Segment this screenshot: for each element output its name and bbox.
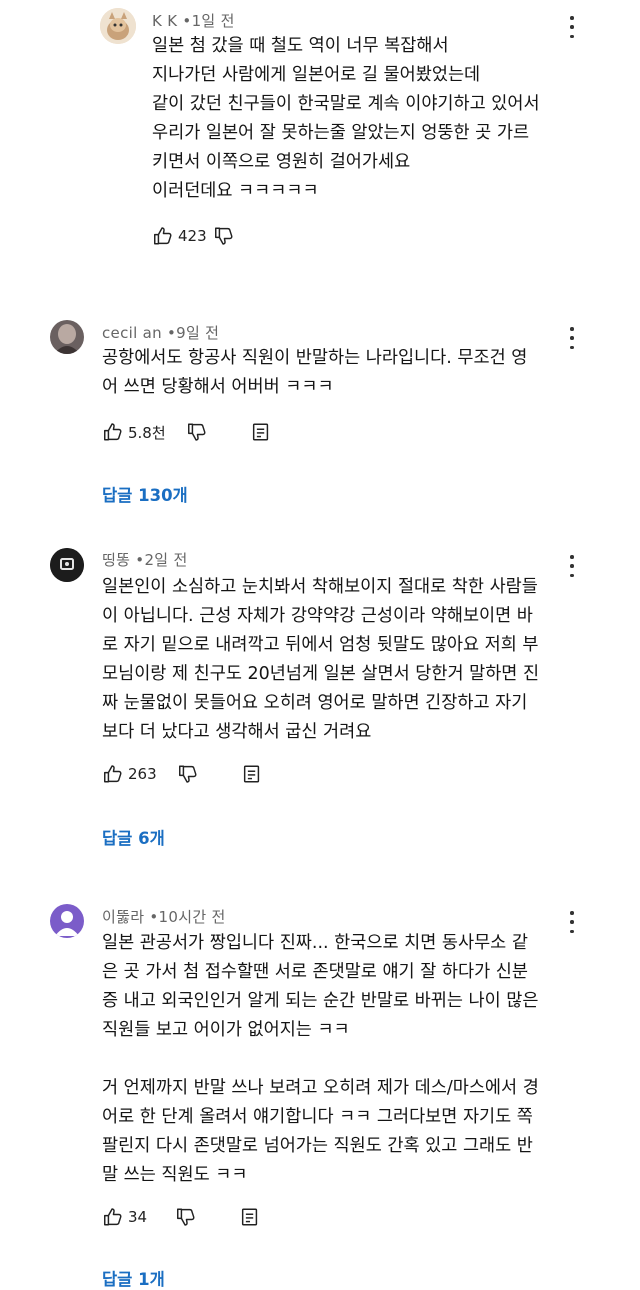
thumbs-up-icon[interactable] xyxy=(102,1206,124,1228)
thumbs-down-icon[interactable] xyxy=(175,1206,197,1228)
comment-actions: 263 xyxy=(102,762,263,786)
like-count: 263 xyxy=(128,765,157,783)
meta-separator: • xyxy=(149,908,159,926)
comment-body: 일본인이 소심하고 눈치봐서 착해보이지 절대로 착한 사람들 이 아닙니다. … xyxy=(102,577,540,742)
comment-actions: 5.8천 xyxy=(102,420,272,444)
avatar[interactable] xyxy=(50,320,84,354)
comment-author[interactable]: K K xyxy=(152,12,177,30)
thumbs-down-icon[interactable] xyxy=(177,763,199,785)
avatar[interactable] xyxy=(50,548,84,582)
view-replies-link[interactable]: 답글 130개 xyxy=(102,482,188,506)
comment-body: 공항에서도 항공사 직원이 반말하는 나라입니다. 무조건 영 어 쓰면 당황해… xyxy=(102,348,528,397)
thumbs-up-icon[interactable] xyxy=(152,225,174,247)
comment-time: 10시간 전 xyxy=(158,908,226,926)
comment-meta: cecil an •9일 전 xyxy=(102,322,219,343)
like-count: 423 xyxy=(178,227,207,245)
thumbs-up-icon[interactable] xyxy=(102,421,124,443)
comment-actions: 34 xyxy=(102,1205,261,1229)
meta-separator: • xyxy=(167,324,177,342)
view-replies-link[interactable]: 답글 1개 xyxy=(102,1266,165,1290)
reply-comment-icon[interactable] xyxy=(250,421,272,443)
avatar[interactable] xyxy=(50,904,84,938)
comment-meta: 이뚫라 •10시간 전 xyxy=(102,906,226,927)
comment-meta: K K •1일 전 xyxy=(152,10,235,31)
comment-author[interactable]: 이뚫라 xyxy=(102,908,144,926)
view-replies-link[interactable]: 답글 6개 xyxy=(102,825,165,849)
avatar[interactable] xyxy=(100,8,136,44)
comment-time: 9일 전 xyxy=(176,324,220,342)
thumbs-down-icon[interactable] xyxy=(186,421,208,443)
comment-body: 일본 첨 갔을 때 철도 역이 너무 복잡해서 지나가던 사람에게 일본어로 길… xyxy=(152,36,540,201)
comment-author[interactable]: cecil an xyxy=(102,324,162,342)
thumbs-down-icon[interactable] xyxy=(213,225,235,247)
comment-actions: 423 xyxy=(152,224,235,248)
comment-time: 2일 전 xyxy=(144,551,188,569)
like-count: 34 xyxy=(128,1208,148,1226)
like-count: 5.8천 xyxy=(128,423,166,442)
meta-separator: • xyxy=(182,12,192,30)
comment-meta: 띵똥 •2일 전 xyxy=(102,549,188,570)
comment-author[interactable]: 띵똥 xyxy=(102,551,130,569)
thumbs-up-icon[interactable] xyxy=(102,763,124,785)
comment-time: 1일 전 xyxy=(191,12,235,30)
reply-comment-icon[interactable] xyxy=(239,1206,261,1228)
reply-comment-icon[interactable] xyxy=(241,763,263,785)
comment-body: 일본 관공서가 짱입니다 진짜... 한국으로 치면 동사무소 같 은 곳 가서… xyxy=(102,933,539,1185)
